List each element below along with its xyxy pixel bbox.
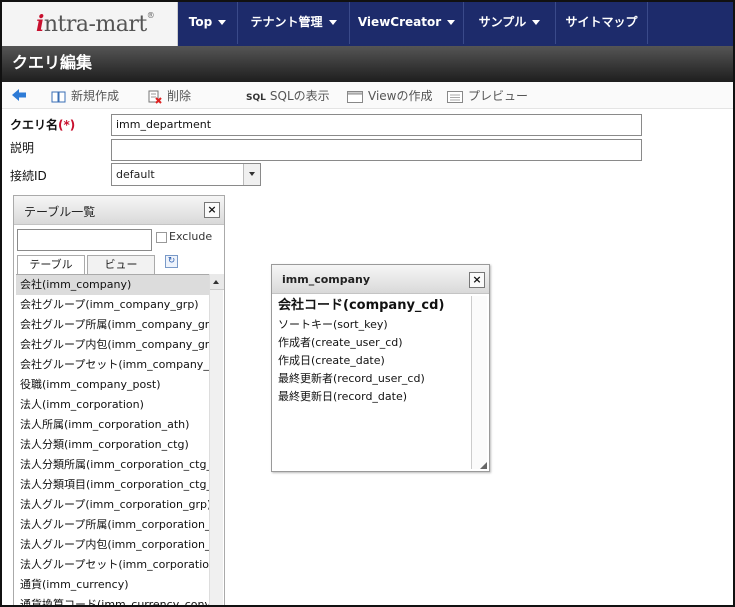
column-item[interactable]: 作成者(create_user_cd) [276,334,470,352]
column-item[interactable]: 作成日(create_date) [276,352,470,370]
chevron-down-icon [532,20,541,25]
window-icon [347,90,363,103]
exclude-label: Exclude [169,230,213,243]
logo[interactable]: intra-mart® [2,2,178,46]
chevron-down-icon [249,172,255,176]
description-label: 説明 [10,141,35,155]
list-item[interactable]: 法人分類所属(imm_corporation_ctg_ath) [16,455,209,475]
column-item[interactable]: 最終更新日(record_date) [276,388,470,406]
column-list: 会社コード(company_cd) ソートキー(sort_key) 作成者(cr… [276,296,470,469]
chevron-down-icon [218,20,227,25]
refresh-icon[interactable]: ↻ [165,255,178,268]
connection-select[interactable]: default [111,163,261,186]
nav-item-tenant[interactable]: テナント管理 [238,2,350,44]
list-item[interactable]: 法人グループ内包(imm_corporation_grp_incl) [16,535,209,555]
column-list-scrollbar[interactable] [471,296,487,469]
chevron-up-icon [213,280,219,284]
create-view-button[interactable]: Viewの作成 [347,87,432,105]
table-window-header[interactable]: imm_company × [272,265,489,294]
top-nav: intra-mart® Top テナント管理 ViewCreator サンプル … [2,2,733,46]
query-name-label: クエリ名(*) [10,116,75,133]
new-button-label: 新規作成 [71,89,120,103]
nav-item-sitemap[interactable]: サイトマップ [556,2,648,44]
nav-item-top[interactable]: Top [178,2,238,44]
description-input[interactable] [111,139,642,161]
preview-label: プレビュー [468,89,529,103]
logo-text: intra-mart® [36,11,155,37]
tab-table[interactable]: テーブル [17,255,85,274]
create-view-label: Viewの作成 [368,89,433,103]
back-arrow-icon [12,89,26,101]
new-button[interactable]: 新規作成 [51,87,119,105]
logo-rest: ntra-mart [43,12,147,37]
table-list-header[interactable]: テーブル一覧 × [14,196,224,225]
close-icon[interactable]: × [469,272,485,288]
connection-select-value: default [116,168,155,181]
table-filter-input[interactable] [17,229,152,251]
sql-icon: SQL [246,93,266,103]
chevron-down-icon [328,20,337,25]
list-item[interactable]: 法人グループ所属(imm_corporation_grp_ath) [16,515,209,535]
list-item[interactable]: 法人(imm_corporation) [16,395,209,415]
list-item[interactable]: 法人分類項目(imm_corporation_ctg_itm) [16,475,209,495]
list-item[interactable]: 会社グループセット(imm_company_grp_set) [16,355,209,375]
list-item[interactable]: 役職(imm_company_post) [16,375,209,395]
column-item[interactable]: ソートキー(sort_key) [276,316,470,334]
list-item[interactable]: 会社グループ所属(imm_company_grp_ath) [16,315,209,335]
table-list-title: テーブル一覧 [24,205,96,219]
close-icon[interactable]: × [204,202,220,218]
tab-view[interactable]: ビュー [87,255,155,274]
nav-item-label: サイトマップ [565,15,638,29]
list-item[interactable]: 通貨換算コード(imm_currency_conversion) [16,595,209,605]
delete-button[interactable]: 削除 [148,87,191,105]
resize-grip-icon[interactable] [480,462,487,469]
preview-button[interactable]: プレビュー [447,87,528,105]
show-sql-label: SQLの表示 [269,89,330,103]
nav-item-label: Top [188,15,213,29]
list-item[interactable]: 会社グループ(imm_company_grp) [16,295,209,315]
column-item[interactable]: 最終更新者(record_user_cd) [276,370,470,388]
column-item[interactable]: 会社コード(company_cd) [276,296,470,316]
logo-registered: ® [146,11,155,20]
nav-item-label: ViewCreator [357,15,442,29]
query-name-input[interactable]: imm_department [111,114,642,136]
exclude-checkbox[interactable] [156,232,167,243]
nav-item-label: サンプル [478,15,527,29]
list-item[interactable]: 法人分類(imm_corporation_ctg) [16,435,209,455]
toolbar: 新規作成 削除 SQL SQLの表示 Viewの作成 プレビュー [2,82,733,109]
nav-item-label: テナント管理 [250,15,323,29]
nav-item-sample[interactable]: サンプル [464,2,556,44]
page-title: クエリ編集 [2,46,733,82]
logo-i: i [36,11,44,37]
app-frame: intra-mart® Top テナント管理 ViewCreator サンプル … [0,0,735,607]
book-icon [51,91,66,102]
delete-button-label: 削除 [167,89,192,103]
table-window[interactable]: imm_company × 会社コード(company_cd) ソートキー(so… [271,264,490,472]
list-item[interactable]: 法人グループセット(imm_corporation_grp_set) [16,555,209,575]
chevron-down-icon [447,20,456,25]
table-list: 会社(imm_company) 会社グループ(imm_company_grp) … [16,274,209,605]
back-button[interactable] [10,86,28,104]
delete-icon [148,90,162,104]
query-name-label-text: クエリ名 [10,118,59,132]
preview-icon [447,90,463,103]
list-item[interactable]: 通貨(imm_currency) [16,575,209,595]
list-item[interactable]: 法人グループ(imm_corporation_grp) [16,495,209,515]
show-sql-button[interactable]: SQL SQLの表示 [246,87,330,105]
list-item[interactable]: 会社(imm_company) [16,275,209,295]
table-window-title: imm_company [282,273,371,286]
dropdown-button[interactable] [243,164,260,185]
list-item[interactable]: 法人所属(imm_corporation_ath) [16,415,209,435]
table-list-panel: テーブル一覧 × Exclude テーブル ビュー ↻ 会社(imm_compa… [13,195,225,605]
nav-item-viewcreator[interactable]: ViewCreator [350,2,464,44]
connection-label: 接続ID [10,169,47,183]
scroll-up-button[interactable] [210,274,224,290]
list-item[interactable]: 会社グループ内包(imm_company_grp_incl) [16,335,209,355]
required-mark: (*) [58,118,76,132]
table-list-scrollbar[interactable] [209,274,224,605]
